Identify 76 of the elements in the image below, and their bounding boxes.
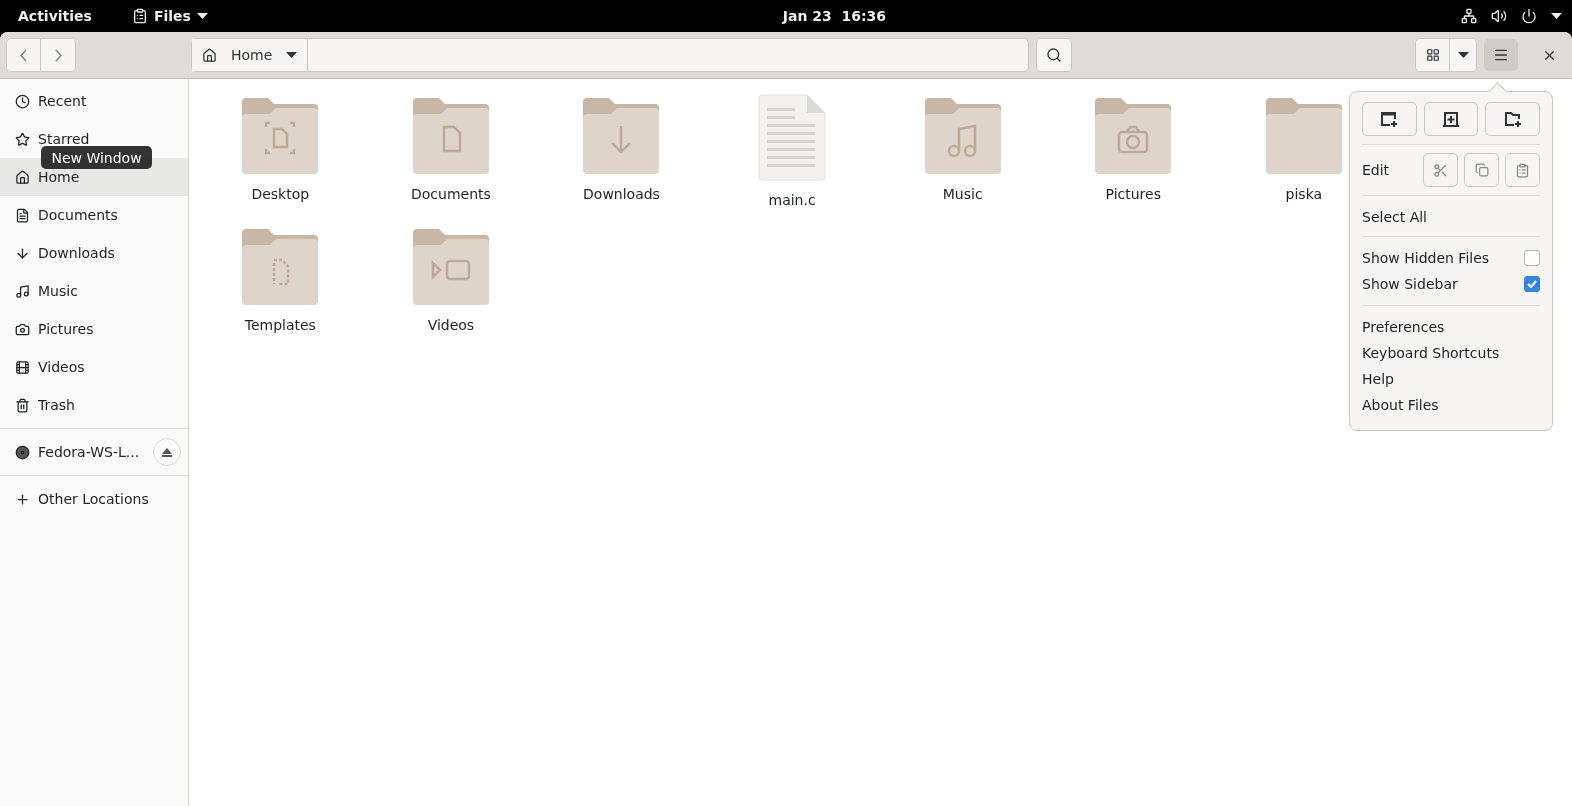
location-bar[interactable]: Home <box>191 38 1029 72</box>
app-menu[interactable]: Files <box>131 8 208 24</box>
menu-item[interactable]: Show Sidebar <box>1362 276 1517 292</box>
volume-icon[interactable] <box>1491 8 1507 24</box>
sidebar-item[interactable]: Music <box>0 272 188 310</box>
caret-icon <box>286 52 298 58</box>
menu-item[interactable]: Show Hidden Files <box>1362 250 1517 266</box>
sidebar-item[interactable]: Videos <box>0 348 188 386</box>
network-icon[interactable] <box>1461 8 1477 24</box>
folder-item[interactable]: Videos <box>365 225 537 356</box>
sidebar-item[interactable]: Other Locations <box>0 480 188 518</box>
folder-item[interactable]: Downloads <box>536 94 707 225</box>
clipboard-icon <box>1515 162 1530 178</box>
folder-item[interactable]: Desktop <box>195 94 366 225</box>
grid-icon <box>1425 48 1440 62</box>
menu-icon <box>1493 47 1509 63</box>
sidebar-item[interactable]: Downloads <box>0 234 188 272</box>
new-window-button[interactable] <box>1362 102 1417 136</box>
home-path-button[interactable]: Home <box>192 39 309 71</box>
chevron-right-icon <box>54 48 62 62</box>
download-icon <box>15 245 30 261</box>
camera-icon <box>15 321 30 337</box>
edit-label: Edit <box>1362 162 1391 178</box>
menu-item[interactable]: Help <box>1362 366 1540 392</box>
folder-item[interactable]: Templates <box>195 225 366 356</box>
home-icon <box>202 47 217 63</box>
checkbox[interactable] <box>1524 276 1540 292</box>
disc-icon <box>15 444 30 460</box>
search-button[interactable] <box>1037 39 1071 71</box>
film-icon <box>15 359 30 375</box>
sidebar-item[interactable]: Recent <box>0 82 188 120</box>
home-icon <box>15 169 30 185</box>
chevron-left-icon <box>20 48 27 62</box>
new-folder-icon <box>1503 110 1522 128</box>
sidebar-item[interactable]: Pictures <box>0 310 188 348</box>
menu-item[interactable]: About Files <box>1362 392 1540 418</box>
activities-button[interactable]: Activities <box>18 8 92 24</box>
document-icon <box>15 207 30 223</box>
search-icon <box>1046 47 1062 63</box>
file-item[interactable]: main.c <box>706 94 878 225</box>
new-tab-icon <box>1442 110 1460 128</box>
caret-icon <box>1457 52 1469 58</box>
new-tab-button[interactable] <box>1423 102 1479 136</box>
checkbox[interactable] <box>1524 250 1540 266</box>
text-file-icon <box>757 94 828 182</box>
view-toggle-button[interactable] <box>1416 39 1450 71</box>
menu-item[interactable]: Select All <box>1362 204 1540 230</box>
tooltip: New Window <box>41 146 152 169</box>
eject-button[interactable] <box>153 438 182 466</box>
trash-icon <box>15 397 30 413</box>
music-icon <box>15 283 30 299</box>
paste-button[interactable] <box>1505 153 1540 187</box>
scissors-icon <box>1433 162 1448 178</box>
copy-icon <box>1474 163 1489 177</box>
check-icon <box>1527 280 1537 288</box>
clock[interactable]: Jan 23 16:36 <box>207 8 1461 24</box>
menu-item[interactable]: Preferences <box>1362 314 1540 340</box>
folder-item[interactable]: Pictures <box>1047 94 1219 225</box>
eject-icon <box>162 447 173 457</box>
folder-item[interactable]: Music <box>877 94 1048 225</box>
power-icon[interactable] <box>1521 8 1537 24</box>
new-folder-button[interactable] <box>1485 102 1540 136</box>
sidebar-item[interactable]: Fedora-WS-L... <box>0 433 188 471</box>
files-app-icon <box>131 8 148 24</box>
plus-icon <box>15 491 30 507</box>
folder-item[interactable]: Documents <box>365 94 537 225</box>
new-window-icon <box>1380 110 1399 128</box>
cut-button[interactable] <box>1423 153 1458 187</box>
sidebar-item[interactable]: Documents <box>0 196 188 234</box>
clock-icon <box>15 93 30 109</box>
sidebar-item[interactable]: Trash <box>0 386 188 424</box>
menu-item[interactable]: Keyboard Shortcuts <box>1362 340 1540 366</box>
menu-button[interactable] <box>1484 39 1518 71</box>
star-icon <box>15 131 30 147</box>
caret-icon <box>196 13 208 19</box>
caret-icon[interactable] <box>1551 13 1562 19</box>
